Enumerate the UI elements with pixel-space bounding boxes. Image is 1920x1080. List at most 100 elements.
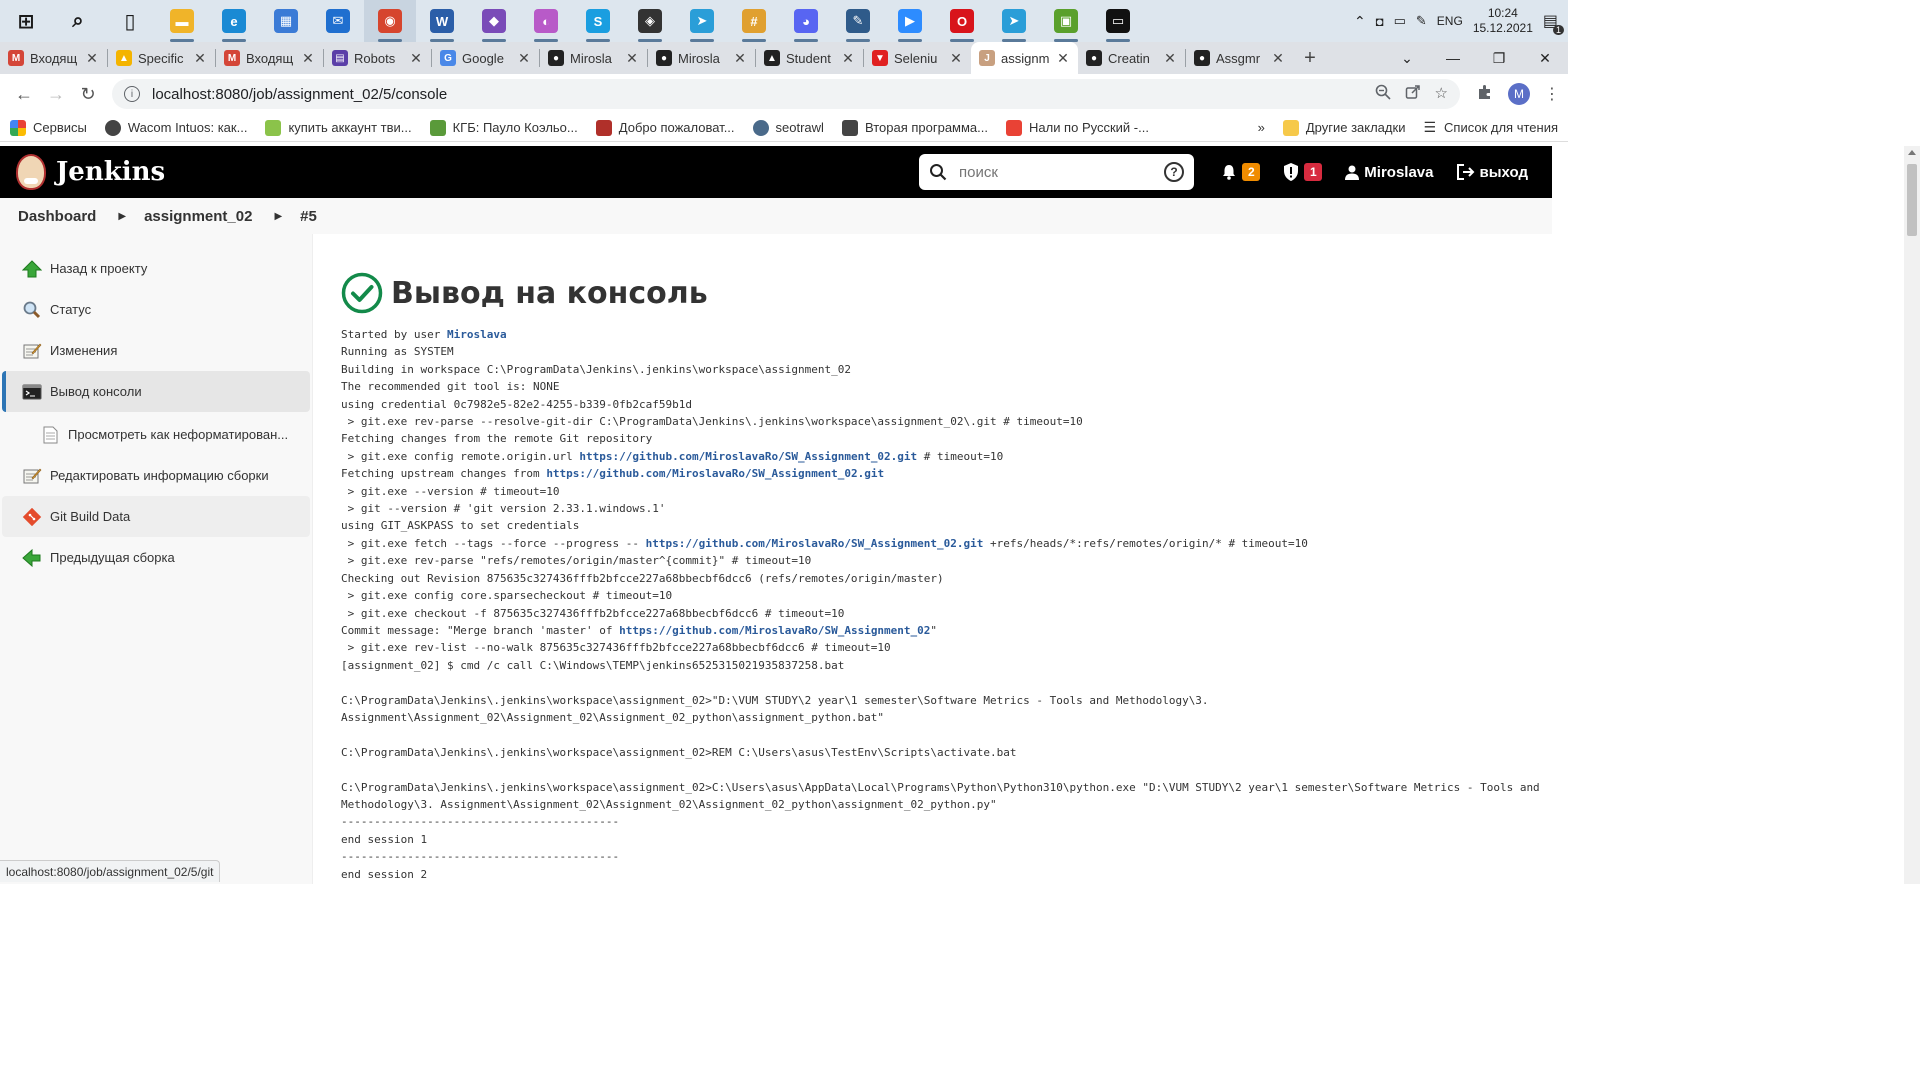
- close-tab-icon[interactable]: ✕: [1056, 50, 1070, 67]
- browser-tab[interactable]: ● Assgmr ✕: [1186, 42, 1293, 74]
- more-bookmarks-button[interactable]: »: [1258, 120, 1265, 135]
- back-button[interactable]: ←: [8, 78, 40, 110]
- chevron-up-icon[interactable]: ⌃: [1354, 13, 1366, 30]
- console-link[interactable]: https://github.com/MiroslavaRo/SW_Assign…: [579, 450, 917, 463]
- close-tab-icon[interactable]: ✕: [193, 50, 207, 67]
- security-button[interactable]: 1: [1282, 162, 1323, 182]
- close-tab-icon[interactable]: ✕: [85, 50, 99, 67]
- extensions-icon[interactable]: [1476, 83, 1494, 106]
- taskbar-file-explorer-button[interactable]: ▬: [156, 0, 208, 42]
- breadcrumb-build[interactable]: #5: [300, 208, 317, 225]
- zoom-icon[interactable]: [1375, 84, 1391, 104]
- close-tab-icon[interactable]: ✕: [625, 50, 639, 67]
- close-tab-icon[interactable]: ✕: [733, 50, 747, 67]
- sidebar-item[interactable]: Вывод консоли: [2, 371, 310, 412]
- taskbar-opera-button[interactable]: O: [936, 0, 988, 42]
- language-indicator[interactable]: ENG: [1437, 14, 1463, 28]
- taskbar-task-view-button[interactable]: ▯: [104, 0, 156, 42]
- taskbar-store-button[interactable]: ▦: [260, 0, 312, 42]
- taskbar-discord-button[interactable]: ◕: [780, 0, 832, 42]
- page-scrollbar[interactable]: [1904, 146, 1920, 884]
- browser-tab[interactable]: M Входящ ✕: [216, 42, 323, 74]
- close-tab-icon[interactable]: ✕: [1163, 50, 1177, 67]
- breadcrumb-dashboard[interactable]: Dashboard: [18, 208, 96, 225]
- console-link[interactable]: https://github.com/MiroslavaRo/SW_Assign…: [646, 537, 984, 550]
- browser-tab[interactable]: G Google ✕: [432, 42, 539, 74]
- bookmark-item[interactable]: КГБ: Пауло Коэльо...: [429, 119, 578, 136]
- close-tab-icon[interactable]: ✕: [301, 50, 315, 67]
- user-menu[interactable]: Miroslava: [1344, 164, 1434, 181]
- bookmark-item[interactable]: Сервисы: [10, 119, 87, 136]
- taskbar-skype-button[interactable]: S: [572, 0, 624, 42]
- taskbar-unity-button[interactable]: ◈: [624, 0, 676, 42]
- console-link[interactable]: https://github.com/MiroslavaRo/SW_Assign…: [619, 624, 930, 637]
- bookmark-item[interactable]: seotrawl: [752, 119, 824, 136]
- clock[interactable]: 10:24 15.12.2021: [1473, 6, 1533, 36]
- bookmark-item[interactable]: Wacom Intuos: как...: [104, 119, 247, 136]
- address-bar[interactable]: i localhost:8080/job/assignment_02/5/con…: [112, 79, 1460, 109]
- taskbar-terminal-button[interactable]: ▭: [1092, 0, 1144, 42]
- close-tab-icon[interactable]: ✕: [841, 50, 855, 67]
- console-link[interactable]: https://github.com/MiroslavaRo/SW_Assign…: [546, 467, 884, 480]
- console-link[interactable]: Miroslava: [447, 328, 507, 341]
- bookmark-star-icon[interactable]: ☆: [1435, 84, 1448, 104]
- sidebar-item[interactable]: Git Build Data: [2, 496, 310, 537]
- taskbar-drawing-button[interactable]: ✎: [832, 0, 884, 42]
- other-bookmarks[interactable]: Другие закладки: [1282, 119, 1405, 136]
- info-icon[interactable]: i: [124, 86, 140, 102]
- close-window-button[interactable]: ✕: [1522, 42, 1568, 74]
- maximize-button[interactable]: ❐: [1476, 42, 1522, 74]
- taskbar-telegram-button[interactable]: ➤: [676, 0, 728, 42]
- minimize-button[interactable]: —: [1430, 42, 1476, 74]
- help-icon[interactable]: ?: [1164, 162, 1184, 182]
- notification-center-icon[interactable]: ▤ 1: [1543, 11, 1564, 35]
- sidebar-item[interactable]: Редактировать информацию сборки: [2, 455, 310, 496]
- taskbar-visual-studio-button[interactable]: ◆: [468, 0, 520, 42]
- close-tab-icon[interactable]: ✕: [949, 50, 963, 67]
- browser-tab[interactable]: ▼ Seleniu ✕: [864, 42, 971, 74]
- taskbar-slack-button[interactable]: #: [728, 0, 780, 42]
- bookmark-item[interactable]: Вторая программа...: [841, 119, 988, 136]
- close-tab-icon[interactable]: ✕: [517, 50, 531, 67]
- bookmark-item[interactable]: Нали по Русский -...: [1005, 119, 1149, 136]
- sidebar-item[interactable]: Изменения: [2, 330, 310, 371]
- close-tab-icon[interactable]: ✕: [1271, 50, 1285, 67]
- taskbar-zoom-button[interactable]: ▶: [884, 0, 936, 42]
- taskbar-color-wheel-button[interactable]: ◐: [520, 0, 572, 42]
- browser-tab[interactable]: ● Mirosla ✕: [648, 42, 755, 74]
- scroll-up-icon[interactable]: [1908, 150, 1916, 155]
- taskbar-search-button[interactable]: ⌕: [52, 0, 104, 42]
- taskbar-windows-start-button[interactable]: ⊞: [0, 0, 52, 42]
- battery-icon[interactable]: ▭: [1394, 13, 1406, 29]
- logout-button[interactable]: выход: [1456, 163, 1528, 181]
- forward-button[interactable]: →: [40, 78, 72, 110]
- jenkins-logo[interactable]: Jenkins: [16, 154, 165, 190]
- camera-icon[interactable]: ◘: [1376, 14, 1384, 29]
- sidebar-item[interactable]: Просмотреть как неформатирован...: [2, 414, 310, 455]
- browser-tab[interactable]: ▲ Student ✕: [756, 42, 863, 74]
- sidebar-item[interactable]: Назад к проекту: [2, 248, 310, 289]
- browser-tab[interactable]: ▤ Robots ✕: [324, 42, 431, 74]
- bookmark-item[interactable]: Добро пожаловат...: [595, 119, 735, 136]
- browser-tab[interactable]: Jassignm ✕: [971, 42, 1078, 74]
- taskbar-mail-button[interactable]: ✉: [312, 0, 364, 42]
- browser-tab[interactable]: ▲ Specific ✕: [108, 42, 215, 74]
- bookmark-item[interactable]: купить аккаунт тви...: [265, 119, 412, 136]
- browser-tab[interactable]: ● Creatin ✕: [1078, 42, 1185, 74]
- notifications-button[interactable]: 2: [1220, 163, 1261, 181]
- profile-avatar[interactable]: M: [1508, 83, 1530, 105]
- sidebar-item[interactable]: Предыдущая сборка: [2, 537, 310, 578]
- taskbar-image-editor-button[interactable]: ▣: [1040, 0, 1092, 42]
- chevron-right-icon[interactable]: ▶: [118, 211, 126, 222]
- browser-tab[interactable]: M Входящ ✕: [0, 42, 107, 74]
- search-input[interactable]: [959, 163, 1164, 181]
- share-icon[interactable]: [1405, 84, 1421, 104]
- chevron-right-icon[interactable]: ▶: [274, 211, 282, 222]
- reading-list[interactable]: ☰ Список для чтения: [1423, 119, 1558, 136]
- scrollbar-thumb[interactable]: [1907, 164, 1917, 236]
- address-url[interactable]: localhost:8080/job/assignment_02/5/conso…: [152, 86, 1375, 103]
- breadcrumb-job[interactable]: assignment_02: [144, 208, 252, 225]
- taskbar-telegram-badge-button[interactable]: ➤: [988, 0, 1040, 42]
- taskbar-chrome-button[interactable]: ◉: [364, 0, 416, 42]
- sidebar-item[interactable]: Статус: [2, 289, 310, 330]
